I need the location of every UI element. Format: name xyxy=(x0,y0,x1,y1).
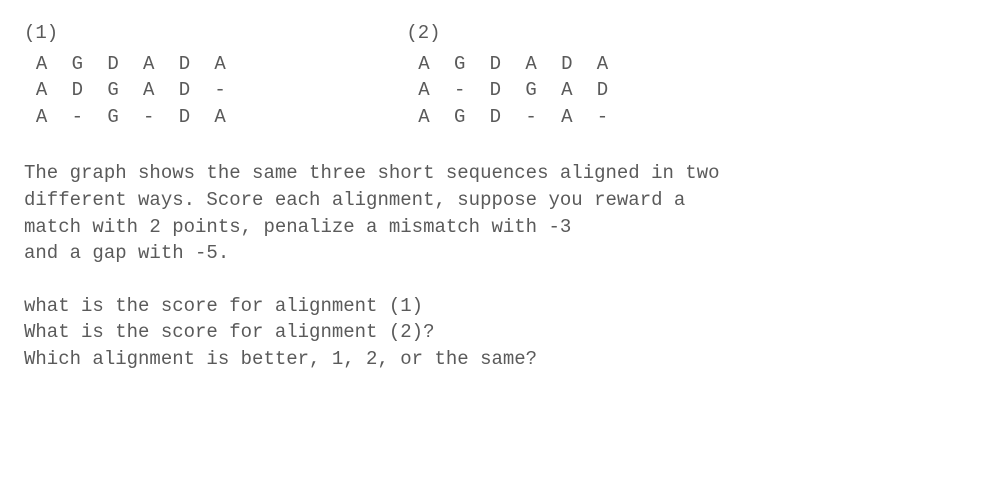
alignment-2-row-3: A G D - A - xyxy=(406,104,608,131)
alignment-1-row-3: A - G - D A xyxy=(24,104,226,131)
alignment-2-row-2: A - D G A D xyxy=(406,77,608,104)
alignments-container: (1) A G D A D A A D G A D - A - G - D A … xyxy=(24,20,968,130)
alignment-2-label: (2) xyxy=(406,20,608,47)
questions-block: what is the score for alignment (1) What… xyxy=(24,293,968,373)
alignment-1: (1) A G D A D A A D G A D - A - G - D A xyxy=(24,20,226,130)
alignment-2: (2) A G D A D A A - D G A D A G D - A - xyxy=(406,20,608,130)
description-paragraph: The graph shows the same three short seq… xyxy=(24,160,968,266)
alignment-2-row-1: A G D A D A xyxy=(406,51,608,78)
alignment-1-row-2: A D G A D - xyxy=(24,77,226,104)
alignment-1-label: (1) xyxy=(24,20,226,47)
alignment-1-row-1: A G D A D A xyxy=(24,51,226,78)
